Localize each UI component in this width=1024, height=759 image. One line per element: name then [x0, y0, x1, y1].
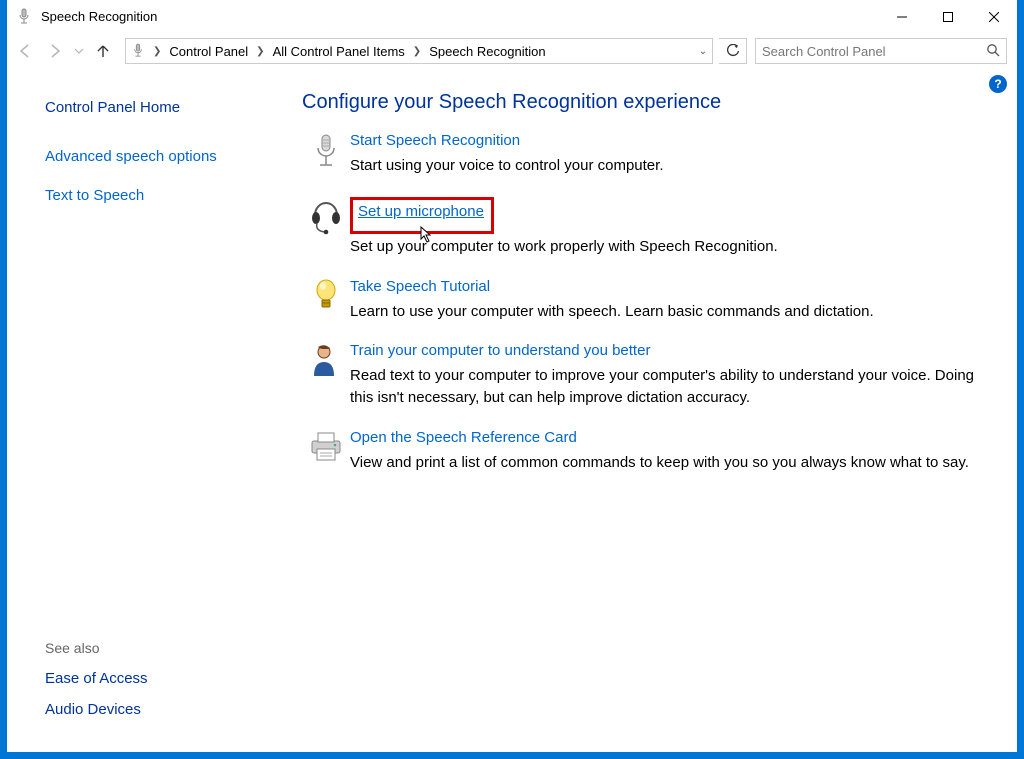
- task-description: Set up your computer to work properly wi…: [350, 236, 987, 258]
- train-computer-link[interactable]: Train your computer to understand you be…: [350, 342, 650, 359]
- headset-icon: [302, 197, 350, 258]
- content-area: ? Control Panel Home Advanced speech opt…: [7, 69, 1017, 752]
- start-speech-recognition-link[interactable]: Start Speech Recognition: [350, 132, 520, 149]
- chevron-right-icon[interactable]: ❯: [409, 46, 425, 57]
- control-panel-home-link[interactable]: Control Panel Home: [45, 99, 302, 116]
- address-dropdown-button[interactable]: ⌄: [694, 46, 712, 57]
- task-take-speech-tutorial: Take Speech Tutorial Learn to use your c…: [302, 278, 987, 323]
- chevron-right-icon[interactable]: ❯: [252, 46, 268, 57]
- breadcrumb-speech-recognition[interactable]: Speech Recognition: [425, 44, 549, 59]
- task-description: Read text to your computer to improve yo…: [350, 365, 987, 409]
- printer-icon: [302, 429, 350, 474]
- annotation-highlight-box: Set up microphone: [350, 197, 494, 234]
- task-train-computer: Train your computer to understand you be…: [302, 342, 987, 409]
- search-placeholder: Search Control Panel: [762, 44, 886, 59]
- task-description: Learn to use your computer with speech. …: [350, 301, 987, 323]
- address-bar[interactable]: ❯ Control Panel ❯ All Control Panel Item…: [125, 38, 713, 64]
- task-set-up-microphone: Set up microphone Set up your computer t…: [302, 197, 987, 258]
- navigation-bar: ❯ Control Panel ❯ All Control Panel Item…: [7, 33, 1017, 69]
- recent-locations-button[interactable]: [71, 37, 87, 65]
- see-also-section: See also Ease of Access Audio Devices: [45, 640, 302, 732]
- take-speech-tutorial-link[interactable]: Take Speech Tutorial: [350, 278, 490, 295]
- microphone-icon: [302, 132, 350, 177]
- window-title: Speech Recognition: [41, 9, 157, 24]
- close-button[interactable]: [971, 0, 1017, 33]
- back-button[interactable]: [11, 37, 39, 65]
- task-description: View and print a list of common commands…: [350, 452, 987, 474]
- main-content: Configure your Speech Recognition experi…: [302, 81, 1017, 752]
- maximize-button[interactable]: [925, 0, 971, 33]
- breadcrumb-control-panel[interactable]: Control Panel: [165, 44, 252, 59]
- ease-of-access-link[interactable]: Ease of Access: [45, 670, 302, 687]
- search-icon: [986, 43, 1000, 60]
- chevron-right-icon[interactable]: ❯: [149, 46, 165, 57]
- see-also-heading: See also: [45, 640, 302, 656]
- task-speech-reference-card: Open the Speech Reference Card View and …: [302, 429, 987, 474]
- up-button[interactable]: [89, 37, 117, 65]
- audio-devices-link[interactable]: Audio Devices: [45, 701, 302, 718]
- window: Speech Recognition: [7, 0, 1017, 752]
- speech-reference-card-link[interactable]: Open the Speech Reference Card: [350, 429, 577, 446]
- titlebar: Speech Recognition: [7, 0, 1017, 33]
- page-title: Configure your Speech Recognition experi…: [302, 91, 987, 114]
- refresh-button[interactable]: [719, 38, 747, 64]
- help-button[interactable]: ?: [989, 75, 1007, 93]
- advanced-speech-options-link[interactable]: Advanced speech options: [45, 148, 302, 165]
- person-icon: [302, 342, 350, 409]
- task-start-speech-recognition: Start Speech Recognition Start using you…: [302, 132, 987, 177]
- window-controls: [879, 0, 1017, 33]
- minimize-button[interactable]: [879, 0, 925, 33]
- lightbulb-icon: [302, 278, 350, 323]
- search-input[interactable]: Search Control Panel: [755, 38, 1007, 64]
- breadcrumb-all-items[interactable]: All Control Panel Items: [269, 44, 409, 59]
- forward-button[interactable]: [41, 37, 69, 65]
- text-to-speech-link[interactable]: Text to Speech: [45, 187, 302, 204]
- microphone-icon: [15, 8, 33, 26]
- microphone-icon: [127, 43, 149, 59]
- set-up-microphone-link[interactable]: Set up microphone: [358, 203, 484, 220]
- left-sidebar: Control Panel Home Advanced speech optio…: [7, 81, 302, 752]
- task-description: Start using your voice to control your c…: [350, 155, 987, 177]
